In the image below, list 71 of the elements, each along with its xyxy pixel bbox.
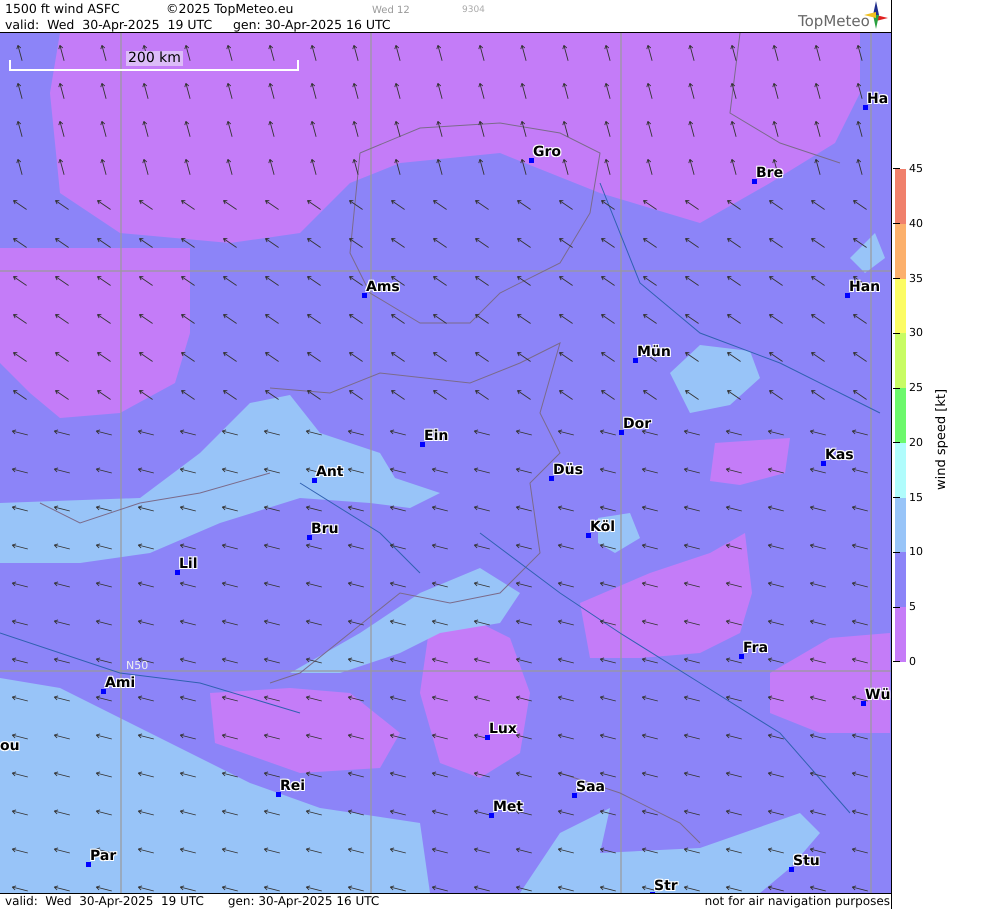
city-marker: [789, 867, 794, 872]
city-label: Mün: [637, 345, 671, 360]
latitude-label: N50: [126, 658, 148, 674]
scale-label: 200 km: [126, 51, 183, 66]
tick-label: 35: [909, 272, 923, 285]
city-label: ou: [0, 739, 20, 754]
generated-time: gen: 30-Apr-2025 16 UTC: [228, 894, 380, 909]
city-label: Saa: [576, 780, 605, 795]
city-label: Han: [849, 280, 880, 295]
tick-label: 40: [909, 216, 923, 230]
city-label: Par: [90, 849, 116, 864]
copyright-text: ©2025 TopMeteo.eu: [166, 1, 294, 16]
day-label: Wed 12: [372, 4, 410, 18]
city-label: Bre: [756, 166, 784, 181]
city-label: Wü: [865, 688, 890, 703]
tick-label: 5: [909, 600, 916, 614]
city-label: Ant: [316, 465, 344, 480]
tick-label: 25: [909, 381, 923, 394]
city-label: Düs: [553, 463, 583, 478]
city-label: Ams: [366, 280, 400, 295]
city-label: Dor: [623, 417, 652, 432]
city-label: Ha: [867, 92, 888, 107]
city-marker: [307, 535, 312, 540]
city-marker: [861, 701, 866, 706]
city-marker: [312, 478, 317, 483]
city-marker: [586, 533, 591, 538]
city-marker: [489, 813, 494, 818]
disclaimer-text: not for air navigation purposes: [704, 894, 891, 909]
city-marker: [175, 570, 180, 575]
chart-title: 1500 ft wind ASFC: [5, 1, 120, 16]
tick-label: 15: [909, 490, 923, 504]
city-label: Ein: [424, 429, 448, 444]
city-marker: [863, 105, 868, 110]
city-label: Stu: [793, 854, 820, 869]
generated-time: gen: 30-Apr-2025 16 UTC: [233, 17, 391, 32]
city-marker: [362, 293, 367, 298]
city-label: Lux: [489, 722, 517, 737]
city-label: Str: [654, 879, 678, 893]
chart-code: 9304: [462, 4, 485, 17]
city-label: Kas: [825, 448, 854, 463]
valid-time: valid: Wed 30-Apr-2025 19 UTC: [5, 894, 204, 909]
city-label: Fra: [743, 641, 768, 656]
city-label: Bru: [311, 522, 339, 537]
tick-label: 30: [909, 326, 923, 340]
legend-title: wind speed [kt]: [933, 388, 950, 490]
city-marker: [619, 430, 624, 435]
city-marker: [420, 442, 425, 447]
tick-label: 0: [909, 655, 916, 668]
city-marker: [752, 179, 757, 184]
city-marker: [485, 735, 490, 740]
city-marker: [549, 476, 554, 481]
city-marker: [739, 654, 744, 659]
city-label: Met: [493, 800, 524, 815]
city-label: Gro: [533, 145, 562, 160]
valid-time: valid: Wed 30-Apr-2025 19 UTC: [5, 17, 212, 32]
city-marker: [276, 792, 281, 797]
city-label: Köl: [590, 520, 616, 535]
city-label: Lil: [179, 557, 198, 572]
city-marker: [633, 358, 638, 363]
tick-label: 45: [909, 162, 923, 175]
city-label: Ami: [105, 676, 136, 691]
city-label: Rei: [280, 779, 306, 794]
city-marker: [845, 293, 850, 298]
logo-text: TopMeteo: [798, 14, 870, 29]
city-marker: [101, 689, 106, 694]
city-marker: [529, 158, 534, 163]
city-marker: [572, 793, 577, 798]
city-marker: [821, 461, 826, 466]
city-marker: [86, 862, 91, 867]
tick-label: 20: [909, 436, 923, 449]
tick-label: 10: [909, 545, 923, 558]
